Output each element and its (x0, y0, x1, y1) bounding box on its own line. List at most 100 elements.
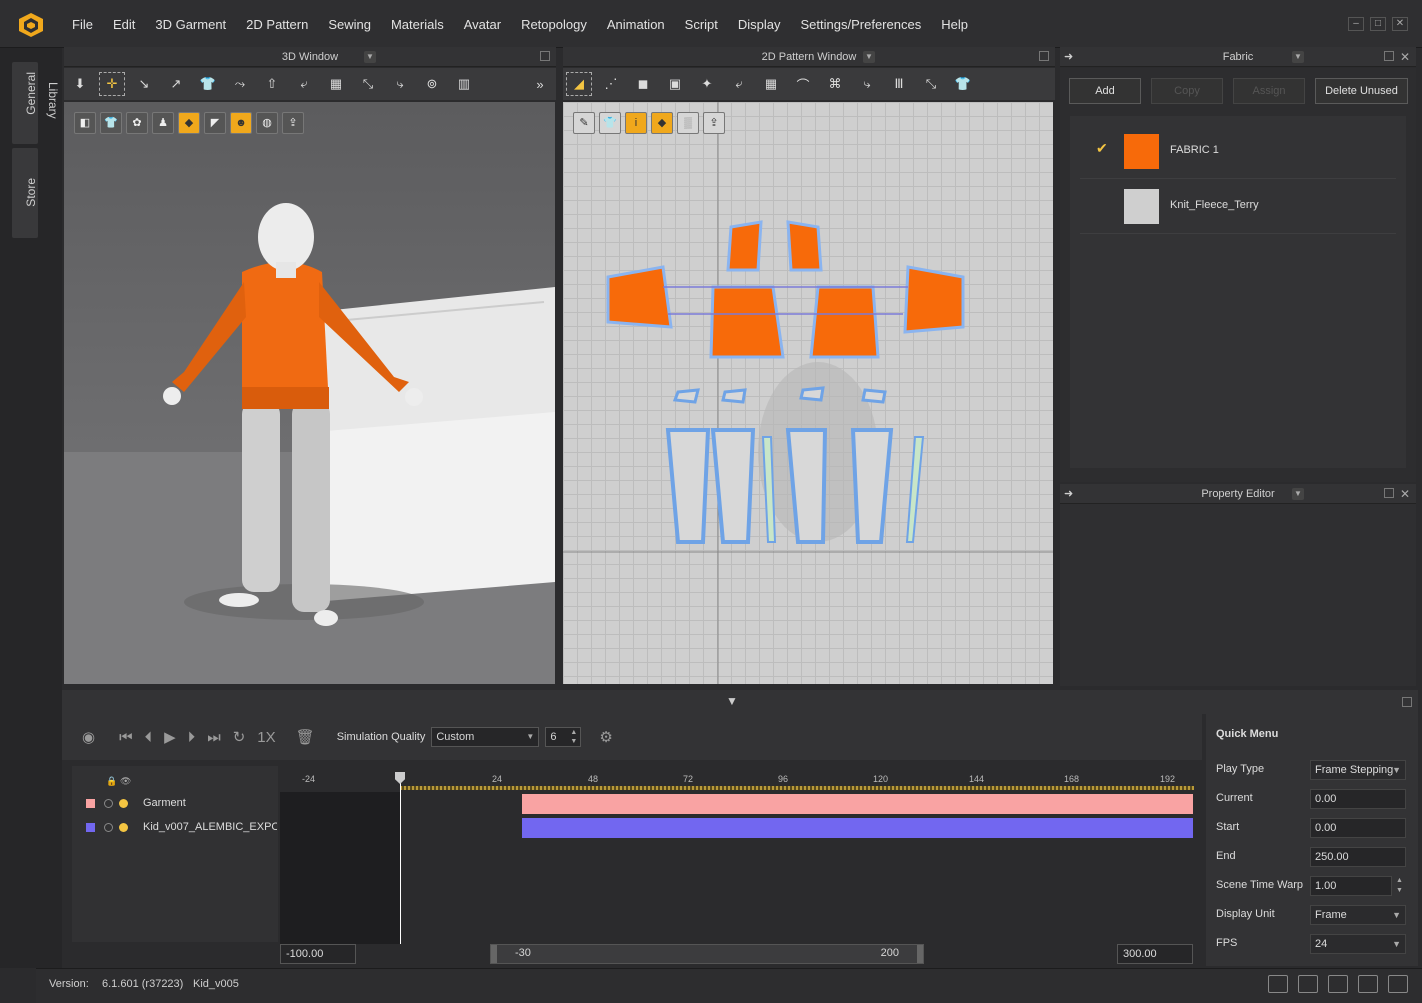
track-row[interactable]: Kid_v007_ALEMBIC_EXPORT (72, 816, 278, 840)
layout-single-icon[interactable] (1268, 975, 1288, 993)
copy-fabric-button[interactable]: Copy (1151, 78, 1223, 104)
display-globe-icon[interactable]: ◍ (256, 112, 278, 134)
property-pin-icon[interactable]: ➜ (1064, 484, 1073, 504)
menu-avatar[interactable]: Avatar (454, 17, 511, 32)
layout-custom-icon[interactable] (1388, 975, 1408, 993)
trash-icon[interactable]: 🗑 (296, 728, 315, 746)
timeline-ruler[interactable]: -24 24 48 72 96 120 144 168 192 (280, 766, 1194, 792)
menu-3d-garment[interactable]: 3D Garment (145, 17, 236, 32)
measure-2d-icon[interactable]: ⤡ (918, 72, 944, 96)
property-close-icon[interactable]: ✕ (1400, 484, 1410, 504)
play-icon[interactable]: ▶ (164, 728, 176, 746)
select-pattern-icon[interactable]: ◢ (566, 72, 592, 96)
display-export-icon[interactable]: ⇪ (282, 112, 304, 134)
timeline[interactable]: -24 24 48 72 96 120 144 168 192 (280, 766, 1194, 944)
menu-script[interactable]: Script (675, 17, 728, 32)
sew-icon[interactable]: ⤷ (387, 72, 413, 96)
speed-button[interactable]: 1X (257, 729, 275, 746)
maximize-button[interactable]: □ (1370, 17, 1386, 31)
dart-icon[interactable]: ✦ (694, 72, 720, 96)
range-min-field[interactable]: -100.00 (280, 944, 356, 964)
pattern-brush-icon[interactable]: ✎ (573, 112, 595, 134)
display-avatar-icon[interactable]: ◧ (74, 112, 96, 134)
menu-retopology[interactable]: Retopology (511, 17, 597, 32)
layout-triple-icon[interactable] (1328, 975, 1348, 993)
lock-icon[interactable]: 🔒 (106, 776, 117, 787)
close-window-button[interactable]: ✕ (1392, 17, 1408, 31)
pin-icon[interactable]: ⇧ (259, 72, 285, 96)
pattern-export-icon[interactable]: ⇪ (703, 112, 725, 134)
skip-end-icon[interactable]: ⏭ (207, 729, 221, 746)
display-garment-icon[interactable]: 👕 (100, 112, 122, 134)
record-icon[interactable]: ◉ (82, 728, 95, 746)
tack-icon[interactable]: ⤶ (291, 72, 317, 96)
edit-pattern-icon[interactable]: ↘ (131, 72, 157, 96)
track-row[interactable]: Garment (72, 792, 278, 816)
fold-icon[interactable]: ⤳ (227, 72, 253, 96)
animation-dock-icon[interactable] (1402, 697, 1412, 707)
fabric-item[interactable]: ✔ FABRIC 1 (1080, 124, 1396, 179)
menu-settings[interactable]: Settings/Preferences (791, 17, 932, 32)
window3d-dock-icon[interactable] (540, 51, 550, 61)
segment-sew-icon[interactable]: ⤶ (726, 72, 752, 96)
scene-time-warp-input[interactable]: 1.00 (1310, 876, 1392, 896)
track-lock-toggle[interactable] (104, 823, 113, 832)
pleat-icon[interactable]: ⌘ (822, 72, 848, 96)
menu-display[interactable]: Display (728, 17, 791, 32)
menu-animation[interactable]: Animation (597, 17, 675, 32)
menu-help[interactable]: Help (931, 17, 978, 32)
track-visibility-toggle[interactable] (119, 799, 128, 808)
garment-icon[interactable]: 👕 (195, 72, 221, 96)
pattern-image-icon[interactable]: ▒ (677, 112, 699, 134)
end-input[interactable]: 250.00 (1310, 847, 1406, 867)
edit-point-2d-icon[interactable]: ⋰ (598, 72, 624, 96)
menu-materials[interactable]: Materials (381, 17, 454, 32)
avatar-track-bar[interactable] (522, 818, 1193, 838)
current-input[interactable]: 0.00 (1310, 789, 1406, 809)
tab-store[interactable]: Store (12, 148, 38, 238)
delete-unused-button[interactable]: Delete Unused (1315, 78, 1408, 104)
settings-gear-icon[interactable]: ⚙ (599, 728, 612, 746)
playhead[interactable] (395, 772, 405, 944)
eye-icon[interactable]: 👁 (120, 776, 131, 787)
spinner-arrows-icon[interactable]: ▲ ▼ (1396, 876, 1403, 896)
loop-icon[interactable]: ↻ (233, 728, 246, 746)
fabric-dock-icon[interactable] (1384, 51, 1394, 61)
garment-track-bar[interactable] (522, 794, 1193, 814)
window2d-dock-icon[interactable] (1039, 51, 1049, 61)
range-slider[interactable]: -30 200 (490, 944, 924, 964)
property-dropdown-icon[interactable]: ▼ (1292, 488, 1304, 500)
button-tool-icon[interactable]: ⊚ (419, 72, 445, 96)
topstitch-icon[interactable]: ▦ (323, 72, 349, 96)
fabric-pin-icon[interactable]: ➜ (1064, 47, 1073, 67)
menu-2d-pattern[interactable]: 2D Pattern (236, 17, 318, 32)
display-avatar-figure-icon[interactable]: ♟ (152, 112, 174, 134)
fabric-dropdown-icon[interactable]: ▼ (1292, 51, 1304, 63)
window2d-dropdown-icon[interactable]: ▼ (863, 51, 875, 63)
start-input[interactable]: 0.00 (1310, 818, 1406, 838)
fabric-swatch[interactable] (1124, 134, 1159, 169)
display-stress-icon[interactable]: ◤ (204, 112, 226, 134)
property-dock-icon[interactable] (1384, 488, 1394, 498)
display-texture-icon[interactable]: ✿ (126, 112, 148, 134)
tab-general[interactable]: General (12, 62, 38, 144)
play-type-select[interactable]: Frame Stepping ▼ (1310, 760, 1406, 780)
simulation-quality-select[interactable]: Custom ▼ (431, 727, 540, 747)
transform-icon[interactable]: ✛ (99, 72, 125, 96)
step-forward-icon[interactable]: ⏵ (188, 729, 196, 746)
layout-quad-icon[interactable] (1358, 975, 1378, 993)
fold-2d-icon[interactable]: ⌒ (790, 72, 816, 96)
viewport-3d[interactable]: ◧ 👕 ✿ ♟ ◆ ◤ ☻ ◍ ⇪ (64, 102, 555, 684)
edit-point-icon[interactable]: ↗ (163, 72, 189, 96)
display-fabric-icon[interactable]: ◆ (178, 112, 200, 134)
viewport-2d[interactable]: ✎ 👕 i ◆ ▒ ⇪ (563, 102, 1053, 684)
range-end-handle[interactable] (917, 945, 923, 963)
zipper-icon[interactable]: ▥ (451, 72, 477, 96)
range-start-handle[interactable] (491, 945, 497, 963)
range-max-field[interactable]: 300.00 (1117, 944, 1193, 964)
pattern-garment-icon[interactable]: 👕 (599, 112, 621, 134)
animation-collapse-bar[interactable]: ▼ (62, 690, 1418, 714)
tab-library[interactable]: Library (40, 82, 60, 152)
step-back-icon[interactable]: ⏴ (145, 729, 153, 746)
display-unit-select[interactable]: Frame ▼ (1310, 905, 1406, 925)
